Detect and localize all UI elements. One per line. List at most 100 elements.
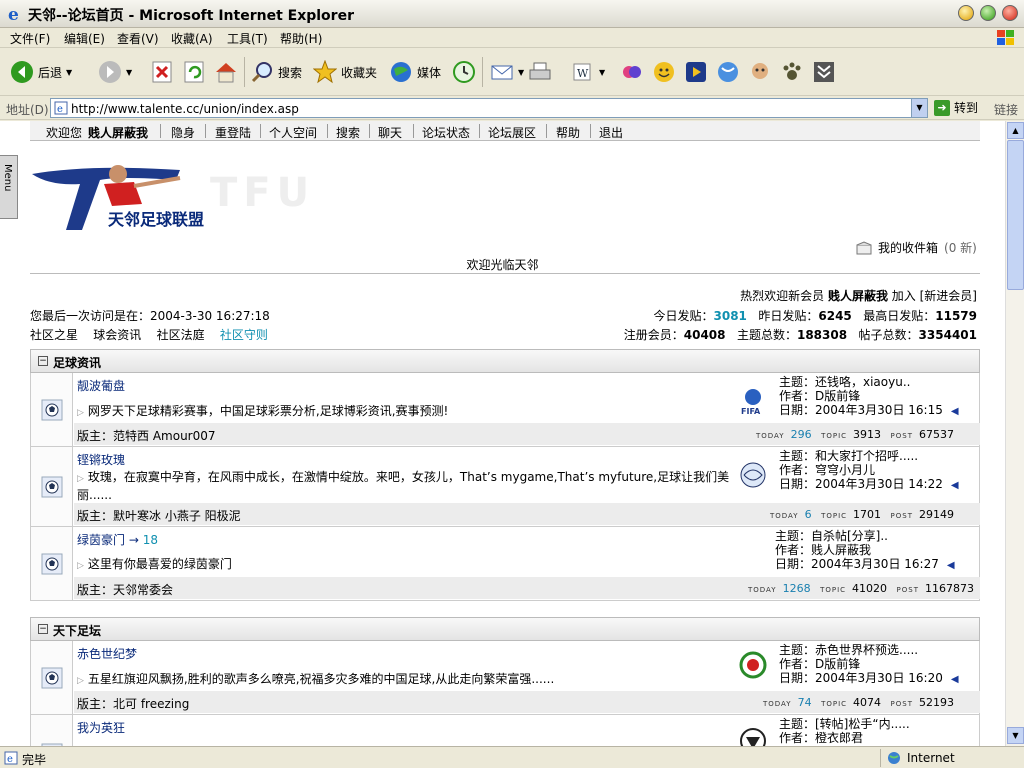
scroll-thumb[interactable] — [1007, 140, 1024, 290]
nav-search[interactable]: 搜索 — [336, 124, 360, 141]
moderators-names[interactable]: 北可 freezing — [113, 697, 189, 711]
menu-view[interactable]: 查看(V) — [117, 30, 159, 47]
edit-dropdown-icon[interactable]: ▼ — [599, 68, 605, 77]
go-button[interactable]: ➜ 转到 — [934, 99, 978, 116]
qq-button[interactable] — [652, 58, 676, 86]
nav-help[interactable]: 帮助 — [556, 124, 580, 141]
collapse-icon[interactable]: − — [38, 356, 48, 366]
forum-name[interactable]: 赤色世纪梦 — [77, 645, 137, 662]
link-community-rules[interactable]: 社区守则 — [220, 328, 268, 342]
mail-button[interactable]: ▼ — [490, 58, 524, 86]
collapse-icon[interactable]: − — [38, 624, 48, 634]
address-input[interactable]: e http://www.talente.cc/union/index.asp … — [50, 98, 928, 118]
realplayer-button[interactable] — [684, 58, 708, 86]
edit-button[interactable]: W ▼ — [571, 58, 605, 86]
nav-forum-gallery[interactable]: 论坛展区 — [488, 124, 536, 141]
topic-label: TOPIC — [821, 512, 848, 520]
inbox-link[interactable]: 我的收件箱 (0 新) — [856, 239, 977, 256]
paw-button[interactable] — [780, 58, 804, 86]
back-button[interactable]: 后退 ▼ — [10, 58, 72, 86]
side-menu-tab[interactable]: Menu — [0, 155, 18, 219]
forum-name[interactable]: 绿茵豪门 — [77, 533, 125, 547]
stop-button[interactable] — [150, 58, 174, 86]
goto-last-post-icon[interactable]: ◀ — [951, 480, 959, 491]
last-post-author: 作者：D版前锋 — [779, 389, 861, 403]
forum-name[interactable]: 铿锵玫瑰 — [77, 451, 125, 468]
last-post-topic[interactable]: 主题：[转帖]松手“内..... — [779, 717, 910, 731]
refresh-icon — [184, 61, 204, 83]
menu-edit[interactable]: 编辑(E) — [64, 30, 105, 47]
svg-text:W: W — [577, 67, 589, 80]
media-button[interactable]: 媒体 — [389, 58, 441, 86]
category-header[interactable]: − 天下足坛 — [30, 617, 980, 641]
moderator-row: 版主：默叶寒冰 小燕子 阳极泥 TODAY 6 TOPIC 1701 POST 291… — [74, 503, 980, 525]
moderators: 版主：范特西 Amour007 — [77, 427, 216, 444]
maximize-button[interactable] — [980, 5, 996, 21]
new-member-name[interactable]: 贱人屏蔽我 — [828, 289, 888, 303]
link-club-news[interactable]: 球会资讯 — [93, 328, 141, 342]
last-post-topic[interactable]: 主题：自杀帖[分享].. — [775, 529, 955, 543]
download-button[interactable] — [812, 58, 836, 86]
history-button[interactable] — [452, 58, 476, 86]
forum-name[interactable]: 靓波葡盘 — [77, 377, 125, 394]
new-member-prefix: 热烈欢迎新会员 — [740, 289, 825, 303]
scroll-down-button[interactable]: ▼ — [1007, 727, 1024, 744]
home-button[interactable] — [214, 58, 238, 86]
globe-button[interactable] — [716, 58, 740, 86]
nav-relogin[interactable]: 重登陆 — [215, 124, 251, 141]
menu-file[interactable]: 文件(F) — [10, 30, 50, 47]
refresh-button[interactable] — [182, 58, 206, 86]
nav-logout[interactable]: 退出 — [599, 124, 623, 141]
nav-invisible[interactable]: 隐身 — [171, 124, 195, 141]
nav-forum-status[interactable]: 论坛状态 — [422, 124, 470, 141]
mail-dropdown-icon[interactable]: ▼ — [518, 68, 524, 77]
forum-name[interactable]: 我为英狂 — [77, 719, 125, 736]
subforum-count[interactable]: 18 — [143, 533, 158, 547]
minimize-button[interactable] — [958, 5, 974, 21]
last-post-topic[interactable]: 主题：赤色世界杯预选..... — [779, 643, 959, 657]
links-button[interactable]: 链接 — [994, 101, 1018, 118]
scroll-up-button[interactable]: ▲ — [1007, 122, 1024, 139]
moderators-names[interactable]: 范特西 Amour007 — [113, 429, 216, 443]
character-button[interactable] — [748, 58, 772, 86]
link-community-court[interactable]: 社区法庭 — [157, 328, 205, 342]
last-post-topic[interactable]: 主题：还钱咯，xiaoyu.. — [779, 375, 959, 389]
inbox-label: 我的收件箱 — [878, 241, 939, 255]
link-community-star[interactable]: 社区之星 — [30, 328, 78, 342]
page-content: Menu 欢迎您 贱人屏蔽我 隐身 重登陆 个人空间 搜索 聊天 论坛状态 论坛… — [0, 121, 1005, 746]
window-title: 天邻--论坛首页 - Microsoft Internet Explorer — [28, 8, 354, 24]
nav-chat[interactable]: 聊天 — [378, 124, 402, 141]
goto-last-post-icon[interactable]: ◀ — [951, 674, 959, 685]
forward-dropdown-icon[interactable]: ▼ — [126, 68, 132, 77]
last-post-topic[interactable]: 主题：和大家打个招呼..... — [779, 449, 959, 463]
new-members-link[interactable]: [新进会员] — [920, 289, 977, 303]
address-label: 地址(D) — [6, 103, 49, 117]
print-button[interactable] — [528, 58, 552, 86]
search-button[interactable]: 搜索 — [250, 58, 302, 86]
nav-username[interactable]: 贱人屏蔽我 — [88, 124, 148, 141]
moderators-names[interactable]: 默叶寒冰 小燕子 阳极泥 — [113, 509, 241, 523]
address-dropdown-icon[interactable]: ▼ — [911, 99, 927, 117]
moderators-names[interactable]: 天邻常委会 — [113, 583, 173, 597]
menu-help[interactable]: 帮助(H) — [280, 30, 322, 47]
moderator-row: 版主：北可 freezing TODAY 74 TOPIC 4074 POST 521… — [74, 691, 980, 713]
favorites-button[interactable]: 收藏夹 — [313, 58, 377, 86]
site-logo[interactable]: TFU 天邻足球联盟 — [30, 156, 320, 234]
back-dropdown-icon[interactable]: ▼ — [66, 68, 72, 77]
nav-personal-space[interactable]: 个人空间 — [269, 124, 317, 141]
menu-favorites[interactable]: 收藏(A) — [171, 30, 213, 47]
address-url[interactable]: http://www.talente.cc/union/index.asp — [71, 102, 299, 116]
messenger-button[interactable] — [620, 58, 644, 86]
soccer-ball-icon — [41, 399, 63, 420]
goto-last-post-icon[interactable]: ◀ — [947, 560, 955, 571]
category-title: 天下足坛 — [53, 624, 102, 638]
close-button[interactable] — [1002, 5, 1018, 21]
forward-button[interactable]: ▼ — [98, 58, 132, 86]
last-visit: 您最后一次访问是在：2004-3-30 16:27:18 — [30, 309, 270, 323]
menu-tools[interactable]: 工具(T) — [227, 30, 268, 47]
goto-last-post-icon[interactable]: ◀ — [951, 406, 959, 417]
category-header[interactable]: − 足球资讯 — [30, 349, 980, 373]
search-icon — [251, 62, 272, 83]
topic-label: TOPIC — [820, 586, 847, 594]
vertical-scrollbar[interactable]: ▲ ▼ — [1005, 121, 1024, 746]
